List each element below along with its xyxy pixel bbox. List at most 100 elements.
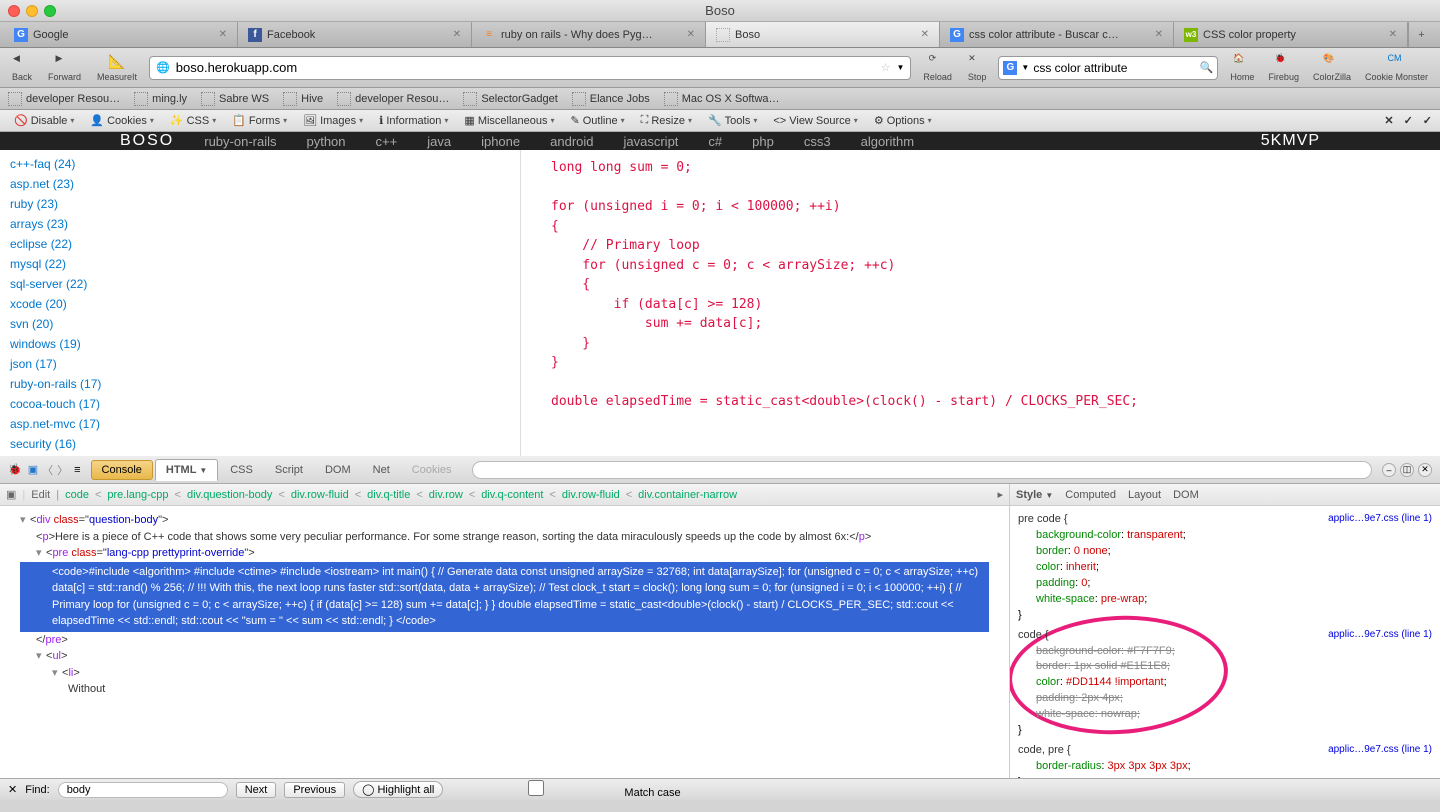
crumb-item[interactable]: div.q-title	[367, 489, 410, 501]
rule-source[interactable]: applic…9e7.css (line 1)	[1328, 512, 1432, 527]
devtool-outline[interactable]: ✎Outline▾	[565, 114, 631, 127]
devtool-miscellaneous[interactable]: ▦Miscellaneous▾	[458, 114, 560, 127]
rule-source[interactable]: applic…9e7.css (line 1)	[1328, 628, 1432, 643]
tab-stackoverflow[interactable]: ≡ ruby on rails - Why does Pyg… ✕	[472, 22, 706, 47]
close-findbar-icon[interactable]: ✕	[8, 783, 17, 796]
close-tab-icon[interactable]: ✕	[1389, 29, 1397, 40]
zoom-window-button[interactable]	[44, 5, 56, 17]
bookmark-item[interactable]: Sabre WS	[201, 92, 269, 106]
crumb-item[interactable]: div.row-fluid	[291, 489, 349, 501]
cookies-tab[interactable]: Cookies	[402, 460, 462, 480]
net-tab[interactable]: Net	[363, 460, 400, 480]
devtool-resize[interactable]: ⛶Resize▾	[635, 114, 698, 127]
devtool-css[interactable]: ✨CSS▾	[164, 114, 222, 127]
dom-tab[interactable]: DOM	[315, 460, 361, 480]
find-next-button[interactable]: Next	[236, 782, 277, 798]
tag-link[interactable]: ruby-on-rails (17)	[10, 374, 210, 394]
nav-link[interactable]: android	[550, 134, 593, 149]
back-button[interactable]: ◀Back	[8, 53, 36, 82]
tag-link[interactable]: mysql (22)	[10, 254, 210, 274]
bookmark-star-icon[interactable]: ☆	[881, 61, 891, 74]
dropdown-icon[interactable]: ▼	[1021, 63, 1029, 72]
close-icon[interactable]: ✕	[1384, 114, 1393, 127]
minimize-window-button[interactable]	[26, 5, 38, 17]
crumb-item[interactable]: div.row-fluid	[562, 489, 620, 501]
nav-link[interactable]: python	[306, 134, 345, 149]
crumb-item[interactable]: div.row	[429, 489, 463, 501]
devtool-options[interactable]: ⚙Options▾	[868, 114, 938, 127]
computed-tab[interactable]: Computed	[1065, 489, 1116, 501]
devtool-tools[interactable]: 🔧Tools▾	[702, 114, 763, 127]
search-input[interactable]	[1033, 61, 1195, 75]
tab-boso[interactable]: Boso ✕	[706, 22, 940, 47]
firebug-detach-icon[interactable]: ◫	[1400, 463, 1414, 477]
firebug-close-icon[interactable]: ✕	[1418, 463, 1432, 477]
measureit-button[interactable]: 📐MeasureIt	[93, 53, 141, 82]
tab-w3schools[interactable]: w3 CSS color property ✕	[1174, 22, 1408, 47]
firebug-min-icon[interactable]: –	[1382, 463, 1396, 477]
firebug-icon[interactable]: 🐞	[8, 463, 22, 476]
check-icon[interactable]: ✓	[1423, 114, 1432, 127]
nav-left-icon[interactable]: 〈	[42, 462, 53, 478]
bookmark-item[interactable]: Elance Jobs	[572, 92, 650, 106]
site-logo[interactable]: BOSO	[120, 132, 174, 150]
devtool-cookies[interactable]: 👤Cookies▾	[84, 114, 159, 127]
search-box[interactable]: G ▼ 🔍	[998, 56, 1218, 80]
new-tab-button[interactable]: +	[1408, 22, 1434, 47]
rule-source[interactable]: applic…9e7.css (line 1)	[1328, 743, 1432, 758]
nav-link[interactable]: php	[752, 134, 774, 149]
devtool-information[interactable]: ℹInformation▾	[373, 114, 454, 127]
layout-tab[interactable]: Layout	[1128, 489, 1161, 501]
bookmark-item[interactable]: developer Resou…	[337, 92, 449, 106]
css-rule[interactable]: applic…9e7.css (line 1)code {background-…	[1018, 628, 1432, 740]
cookiemonster-button[interactable]: CMCookie Monster	[1361, 53, 1432, 82]
inspect-icon[interactable]: ▣	[28, 463, 38, 476]
nav-link[interactable]: java	[427, 134, 451, 149]
close-tab-icon[interactable]: ✕	[219, 29, 227, 40]
tag-link[interactable]: arrays (23)	[10, 214, 210, 234]
css-rule[interactable]: applic…9e7.css (line 1)pre code {backgro…	[1018, 512, 1432, 624]
bookmark-item[interactable]: developer Resou…	[8, 92, 120, 106]
devtool-images[interactable]: 🖼Images▾	[297, 114, 369, 127]
tag-link[interactable]: security (16)	[10, 434, 210, 454]
devtool-disable[interactable]: 🚫Disable▾	[8, 114, 80, 127]
firebug-button[interactable]: 🐞Firebug	[1264, 53, 1303, 82]
crumb-item[interactable]: pre.lang-cpp	[107, 489, 168, 501]
crumb-item[interactable]: div.container-narrow	[638, 489, 737, 501]
console-tab[interactable]: Console	[91, 460, 153, 480]
bookmark-item[interactable]: Hive	[283, 92, 323, 106]
script-tab[interactable]: Script	[265, 460, 313, 480]
tag-link[interactable]: cocoa-touch (17)	[10, 394, 210, 414]
selected-element[interactable]: <code>#include <algorithm> #include <cti…	[20, 562, 989, 632]
devtool-view source[interactable]: <>View Source▾	[767, 115, 863, 127]
tag-link[interactable]: eclipse (22)	[10, 234, 210, 254]
close-tab-icon[interactable]: ✕	[1155, 29, 1163, 40]
highlight-all-button[interactable]: ◯ Highlight all	[353, 781, 443, 798]
check-icon[interactable]: ✓	[1404, 114, 1413, 127]
firebug-search-input[interactable]	[472, 461, 1372, 479]
tag-link[interactable]: asp.net (23)	[10, 174, 210, 194]
url-input[interactable]	[176, 60, 875, 75]
css-rule[interactable]: applic…9e7.css (line 1)code, pre {border…	[1018, 743, 1432, 778]
bookmark-item[interactable]: Mac OS X Softwa…	[664, 92, 780, 106]
brand-link[interactable]: 5KMVP	[1261, 132, 1320, 150]
colorzilla-button[interactable]: 🎨ColorZilla	[1309, 53, 1355, 82]
reload-button[interactable]: ⟳Reload	[919, 53, 956, 82]
home-button[interactable]: 🏠Home	[1226, 53, 1258, 82]
match-case-checkbox[interactable]: Match case	[451, 780, 680, 799]
url-bar[interactable]: 🌐 ☆ ▼	[149, 56, 911, 80]
css-tab[interactable]: CSS	[220, 460, 263, 480]
nav-right-icon[interactable]: 〉	[57, 462, 68, 478]
tag-link[interactable]: svn (20)	[10, 314, 210, 334]
bookmark-item[interactable]: ming.ly	[134, 92, 187, 106]
nav-link[interactable]: c#	[708, 134, 722, 149]
close-tab-icon[interactable]: ✕	[921, 29, 929, 40]
nav-link[interactable]: c++	[376, 134, 398, 149]
nav-link[interactable]: iphone	[481, 134, 520, 149]
html-tree[interactable]: ▾<div class="question-body"><p>Here is a…	[0, 506, 1009, 778]
edit-button[interactable]: Edit	[31, 489, 50, 501]
google-engine-icon[interactable]: G	[1003, 61, 1017, 75]
bookmark-item[interactable]: SelectorGadget	[463, 92, 557, 106]
tab-google-search[interactable]: G css color attribute - Buscar c… ✕	[940, 22, 1174, 47]
tag-link[interactable]: xcode (20)	[10, 294, 210, 314]
